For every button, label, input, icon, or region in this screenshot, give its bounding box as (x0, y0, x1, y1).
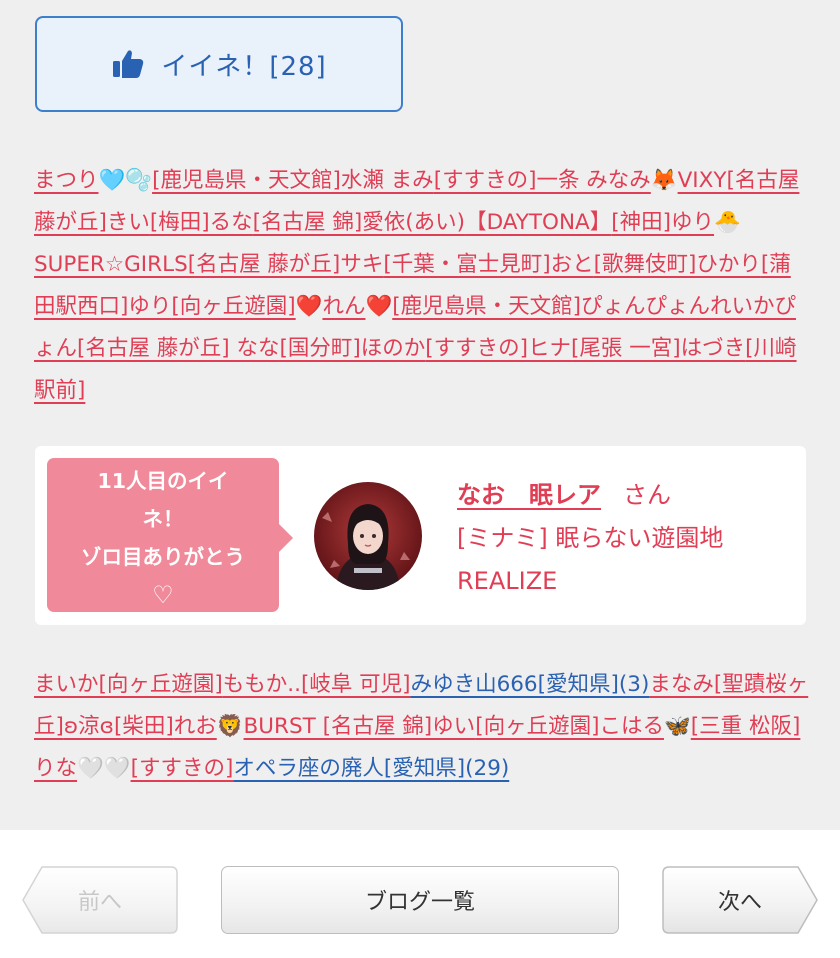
emoji-icon: 🦋 (663, 714, 691, 739)
liker-link[interactable]: れお (174, 714, 217, 739)
bubble-line: 11人目のイイ (97, 469, 229, 493)
like-button-label: イイネ！[28] (161, 51, 327, 82)
liker-link[interactable]: まいか[向ヶ丘遊園] (34, 672, 223, 697)
emoji-icon: 🐣 (714, 210, 741, 235)
liker-link[interactable]: 【DAYTONA】 (465, 210, 611, 235)
blog-list-label: ブログ一覧 (364, 890, 475, 915)
honorific: さん (623, 481, 671, 509)
emoji-icon: 🦊 (650, 168, 678, 193)
liker-link[interactable]: [神田]ゆり (611, 210, 714, 235)
milestone-bubble: 11人目のイイ ネ！ ゾロ目ありがとう ♡ (47, 458, 293, 612)
liker-link[interactable]: オペラ座の廃人[愛知県](29) (233, 756, 509, 781)
liker-link[interactable]: まつり (34, 168, 99, 193)
bubble-line: ゾロ目ありがとう (81, 545, 245, 569)
liker-link[interactable]: [すすきの] (131, 756, 234, 781)
liker-link[interactable]: [鹿児島県・天文館]水瀬 まみ (152, 168, 434, 193)
liker-link[interactable]: BURST [名古屋 錦]ゆい (244, 714, 476, 739)
liker-link[interactable]: [歌舞伎町]ひかり (594, 252, 761, 277)
liker-link[interactable]: [名古屋 藤が丘] なな (77, 336, 279, 361)
liker-link[interactable]: ももか..[岐阜 可児] (223, 672, 411, 697)
emoji-icon: 🩵🫧 (98, 168, 153, 193)
footer-nav: 前へ ブログ一覧 次へ (0, 830, 840, 958)
bubble-line: ネ！ (142, 507, 184, 531)
shop-name: [ミナミ] 眠らない遊園地 (457, 524, 724, 552)
emoji-icon: 🦁 (216, 714, 244, 739)
emoji-icon: ❤️ (295, 294, 323, 319)
likers-list-bottom: まいか[向ヶ丘遊園]ももか..[岐阜 可児]みゆき山666[愛知県](3)まなみ… (34, 664, 809, 790)
girl-name-link[interactable]: なお 眠レア (457, 481, 601, 509)
liker-link[interactable]: [すすきの]一条 みなみ (434, 168, 651, 193)
liker-link[interactable]: [尾張 一宮]はづき (571, 336, 745, 361)
prev-button[interactable]: 前へ (22, 866, 178, 934)
liker-link[interactable]: [向ヶ丘遊園] (171, 294, 295, 319)
liker-link[interactable]: [名古屋 錦]愛依(あい) (253, 210, 465, 235)
liker-link[interactable]: [千葉・富士見町]おと (383, 252, 593, 277)
blog-list-button[interactable]: ブログ一覧 (221, 866, 619, 934)
liker-link[interactable]: ʚ涼ɞ[柴田] (64, 714, 174, 739)
prev-label: 前へ (77, 890, 122, 915)
likers-list-top: まつり🩵🫧[鹿児島県・天文館]水瀬 まみ[すすきの]一条 みなみ🦊VIXY[名古… (34, 160, 809, 412)
liker-link[interactable]: みゆき山666[愛知県](3) (411, 672, 650, 697)
liker-link[interactable]: れん (322, 294, 365, 319)
milestone-card: 11人目のイイ ネ！ ゾロ目ありがとう ♡ なお 眠レア さん [ミナミ] 眠ら… (35, 446, 806, 625)
liker-link[interactable]: [梅田]るな (150, 210, 253, 235)
shop-name-line2: REALIZE (457, 567, 558, 595)
emoji-icon: ❤️ (365, 294, 393, 319)
thumbs-up-icon (113, 50, 144, 78)
liker-link[interactable]: [向ヶ丘遊園]こはる (475, 714, 664, 739)
emoji-icon: 🤍🤍 (77, 756, 131, 781)
liker-link[interactable]: [国分町]ほのか (279, 336, 425, 361)
avatar[interactable] (314, 482, 422, 590)
milestone-info: なお 眠レア さん [ミナミ] 眠らない遊園地 REALIZE (457, 474, 797, 603)
next-button[interactable]: 次へ (662, 866, 818, 934)
heart-outline-icon: ♡ (152, 581, 174, 609)
like-button[interactable]: イイネ！[28] (35, 16, 403, 112)
next-label: 次へ (717, 890, 762, 915)
liker-link[interactable]: SUPER☆GIRLS[名古屋 藤が丘]サキ (34, 252, 383, 277)
liker-link[interactable]: [すすきの]ヒナ (425, 336, 571, 361)
